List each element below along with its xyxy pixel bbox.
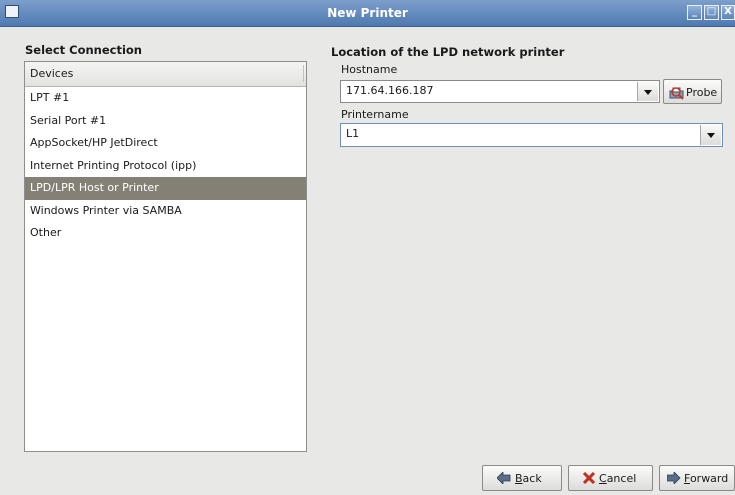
hostname-input[interactable]: 171.64.166.187 — [346, 84, 433, 97]
list-item[interactable]: Other — [25, 222, 306, 245]
list-item[interactable]: Windows Printer via SAMBA — [25, 200, 306, 223]
forward-label: Forward — [684, 472, 728, 485]
chevron-down-icon — [644, 90, 652, 95]
devices-column-header[interactable]: Devices — [25, 62, 306, 87]
printername-input[interactable]: L1 — [346, 127, 359, 140]
cancel-label-rest: ancel — [606, 472, 637, 485]
cancel-mnemonic: C — [599, 472, 607, 485]
list-item[interactable]: LPT #1 — [25, 87, 306, 110]
cancel-x-icon — [583, 472, 595, 484]
probe-search-icon — [669, 87, 684, 100]
printername-dropdown-button[interactable] — [700, 125, 721, 145]
cancel-label: Cancel — [599, 472, 636, 485]
hostname-combo[interactable]: 171.64.166.187 — [340, 80, 660, 103]
list-item[interactable]: AppSocket/HP JetDirect — [25, 132, 306, 155]
arrow-right-icon — [667, 472, 681, 484]
printername-combo[interactable]: L1 — [340, 123, 723, 147]
maximize-button[interactable]: □ — [704, 5, 719, 20]
devices-header-label: Devices — [30, 67, 74, 80]
forward-button[interactable]: Forward — [659, 465, 735, 491]
window-title: New Printer — [327, 6, 408, 20]
arrow-left-icon — [497, 472, 511, 484]
probe-button[interactable]: Probe — [663, 79, 722, 104]
list-item[interactable]: Internet Printing Protocol (ipp) — [25, 155, 306, 178]
column-separator — [303, 65, 304, 82]
hostname-label: Hostname — [341, 63, 398, 76]
back-button[interactable]: Back — [482, 465, 562, 491]
window-titlebar[interactable]: New Printer _ □ X — [0, 0, 735, 27]
list-item[interactable]: LPD/LPR Host or Printer — [25, 177, 306, 200]
hostname-dropdown-button[interactable] — [637, 82, 658, 101]
back-label-rest: ack — [522, 472, 542, 485]
select-connection-heading: Select Connection — [25, 43, 142, 57]
chevron-down-icon — [707, 133, 715, 138]
printername-label: Printername — [341, 108, 409, 121]
close-button[interactable]: X — [721, 5, 735, 20]
location-heading: Location of the LPD network printer — [331, 45, 565, 59]
minimize-button[interactable]: _ — [687, 5, 702, 20]
list-item[interactable]: Serial Port #1 — [25, 110, 306, 133]
probe-label: Probe — [686, 86, 718, 99]
cancel-button[interactable]: Cancel — [568, 465, 653, 491]
forward-label-rest: orward — [689, 472, 729, 485]
back-mnemonic: B — [515, 472, 523, 485]
devices-list[interactable]: Devices LPT #1 Serial Port #1 AppSocket/HP… — [24, 61, 307, 452]
back-label: Back — [515, 472, 542, 485]
